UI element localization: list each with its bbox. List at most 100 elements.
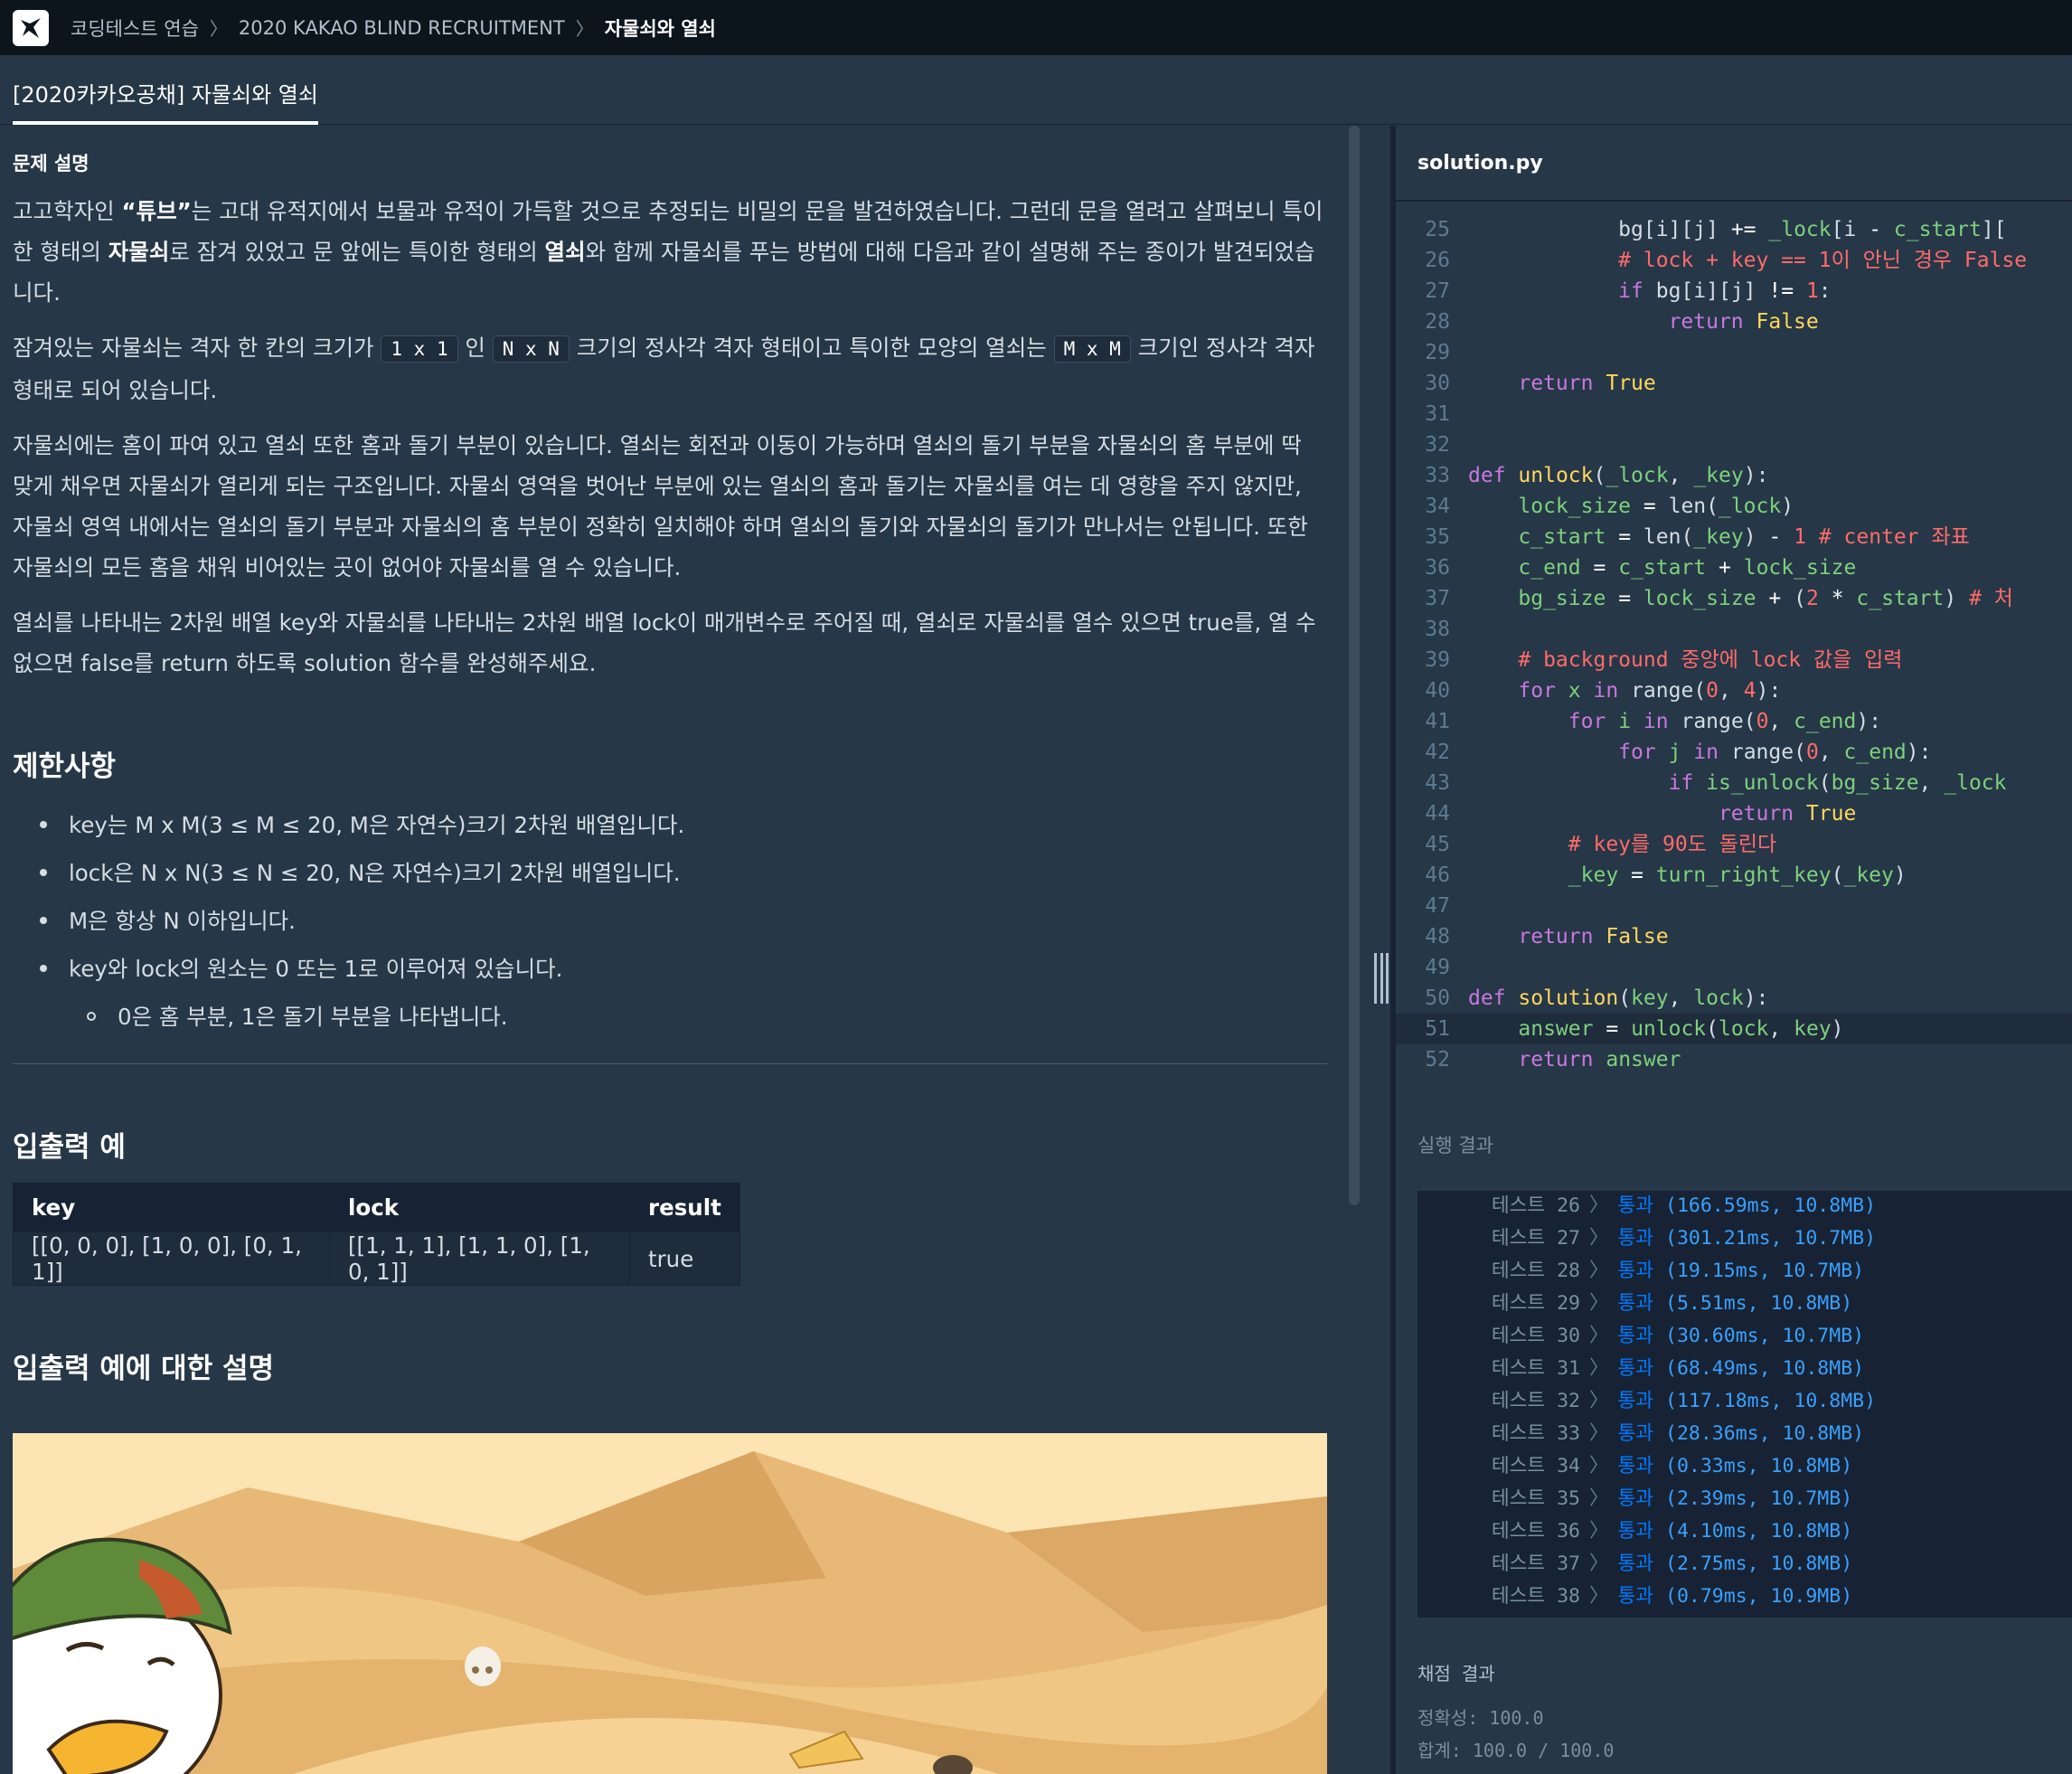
test-result-row: 테스트 33 〉 통과 (28.36ms, 10.8MB) bbox=[1417, 1418, 2072, 1450]
test-detail: (28.36ms, 10.8MB) bbox=[1665, 1422, 1865, 1445]
code-line[interactable]: 32 bbox=[1396, 429, 2072, 460]
code-line[interactable]: 38 bbox=[1396, 614, 2072, 645]
constraints-list: key는 M x M(3 ≤ M ≤ 20, M은 자연수)크기 2차원 배열입… bbox=[13, 800, 1327, 1040]
test-detail: (2.39ms, 10.7MB) bbox=[1665, 1487, 1853, 1510]
code-line[interactable]: 40 for x in range(0, 4): bbox=[1396, 675, 2072, 706]
chevron-right-icon: 〉 bbox=[1589, 1194, 1609, 1217]
code-line[interactable]: 43 if is_unlock(bg_size, _lock bbox=[1396, 768, 2072, 798]
code-line[interactable]: 46 _key = turn_right_key(_key) bbox=[1396, 860, 2072, 891]
test-status: 통과 bbox=[1617, 1292, 1666, 1315]
line-number: 38 bbox=[1425, 618, 1450, 641]
test-result-row: 테스트 32 〉 통과 (117.18ms, 10.8MB) bbox=[1417, 1385, 2072, 1418]
line-number: 47 bbox=[1425, 894, 1450, 918]
chevron-right-icon: 〉 bbox=[1589, 1357, 1609, 1380]
test-detail: (0.33ms, 10.8MB) bbox=[1665, 1455, 1853, 1477]
test-detail: (166.59ms, 10.8MB) bbox=[1665, 1194, 1877, 1217]
line-number: 44 bbox=[1425, 802, 1450, 826]
run-results-console[interactable]: 테스트 26 〉 통과 (166.59ms, 10.8MB) 테스트 27 〉 통과 (3… bbox=[1417, 1191, 2072, 1618]
line-number: 36 bbox=[1425, 556, 1450, 580]
test-status: 통과 bbox=[1617, 1585, 1666, 1608]
code-text: for i in range(0, c_end): bbox=[1568, 710, 1882, 733]
breadcrumb-item-coding-test[interactable]: 코딩테스트 연습 bbox=[71, 14, 199, 42]
inline-code: 1 x 1 bbox=[381, 335, 458, 363]
io-explanation-title: 입출력 예에 대한 설명 bbox=[13, 1353, 275, 1385]
code-line[interactable]: 45 # key를 90도 돌린다 bbox=[1396, 829, 2072, 860]
constraints-title: 제한사항 bbox=[13, 750, 117, 783]
code-text: return False bbox=[1518, 925, 1669, 948]
code-line[interactable]: 35 c_start = len(_key) - 1 # center 좌표 bbox=[1396, 522, 2072, 552]
programmers-logo[interactable] bbox=[13, 9, 49, 46]
test-status: 통과 bbox=[1617, 1520, 1666, 1543]
code-line[interactable]: 28 return False bbox=[1396, 307, 2072, 337]
test-label: 테스트 31 bbox=[1491, 1357, 1580, 1380]
desert-scene-image bbox=[13, 1433, 1327, 1774]
code-line[interactable]: 33 def unlock(_lock, _key): bbox=[1396, 460, 2072, 491]
line-number: 35 bbox=[1425, 525, 1450, 549]
code-line[interactable]: 26 # lock + key == 1이 안닌 경우 False bbox=[1396, 245, 2072, 276]
code-text: if bg[i][j] != 1: bbox=[1618, 279, 1832, 303]
tab-problem[interactable]: [2020카카오공채] 자물쇠와 열쇠 bbox=[13, 77, 318, 125]
breadcrumb-item-current: 자물쇠와 열쇠 bbox=[604, 17, 716, 40]
breadcrumb-item-kakao[interactable]: 2020 KAKAO BLIND RECRUITMENT bbox=[239, 17, 565, 39]
test-status: 통과 bbox=[1617, 1260, 1666, 1282]
grading-result: 채점 결과 정확성: 100.0 합계: 100.0 / 100.0 bbox=[1417, 1659, 1614, 1767]
list-item: key는 M x M(3 ≤ M ≤ 20, M은 자연수)크기 2차원 배열입… bbox=[13, 800, 1327, 848]
code-line[interactable]: 48 return False bbox=[1396, 921, 2072, 952]
line-number: 37 bbox=[1425, 587, 1450, 610]
line-number: 33 bbox=[1425, 464, 1450, 487]
code-line[interactable]: 47 bbox=[1396, 891, 2072, 921]
code-line[interactable]: 29 bbox=[1396, 337, 2072, 368]
test-detail: (0.79ms, 10.9MB) bbox=[1665, 1585, 1853, 1608]
test-status: 통과 bbox=[1617, 1357, 1666, 1380]
code-line[interactable]: 37 bg_size = lock_size + (2 * c_start) #… bbox=[1396, 583, 2072, 614]
code-line[interactable]: 39 # background 중앙에 lock 값을 입력 bbox=[1396, 645, 2072, 675]
code-line[interactable]: 42 for j in range(0, c_end): bbox=[1396, 737, 2072, 768]
run-result-label: 실행 결과 bbox=[1417, 1135, 1493, 1156]
code-line[interactable]: 36 c_end = c_start + lock_size bbox=[1396, 552, 2072, 583]
code-line[interactable]: 52 return answer bbox=[1396, 1044, 2072, 1075]
chevron-right-icon: 〉 bbox=[1589, 1455, 1609, 1477]
list-item: key와 lock의 원소는 0 또는 1로 이루어져 있습니다. bbox=[13, 944, 1327, 992]
accuracy-score: 정확성: 100.0 bbox=[1417, 1707, 1544, 1729]
test-detail: (68.49ms, 10.8MB) bbox=[1665, 1357, 1865, 1380]
code-text: for x in range(0, 4): bbox=[1518, 679, 1782, 703]
tube-character bbox=[13, 1537, 232, 1774]
test-status: 통과 bbox=[1617, 1552, 1666, 1575]
code-line[interactable]: 44 return True bbox=[1396, 798, 2072, 829]
code-line[interactable]: 31 bbox=[1396, 399, 2072, 429]
table-header: result bbox=[629, 1183, 740, 1232]
code-text: for j in range(0, c_end): bbox=[1618, 741, 1932, 764]
list-item: M은 항상 N 이하입니다. bbox=[13, 896, 1327, 944]
code-line[interactable]: 49 bbox=[1396, 952, 2072, 983]
code-line[interactable]: 41 for i in range(0, c_end): bbox=[1396, 706, 2072, 737]
line-number: 25 bbox=[1425, 218, 1450, 241]
line-number: 52 bbox=[1425, 1048, 1450, 1071]
line-number: 42 bbox=[1425, 741, 1450, 764]
test-result-row: 테스트 27 〉 통과 (301.21ms, 10.7MB) bbox=[1417, 1222, 2072, 1255]
code-text: lock_size = len(_lock) bbox=[1518, 495, 1794, 518]
line-number: 26 bbox=[1425, 249, 1450, 272]
code-text: answer = unlock(lock, key) bbox=[1518, 1017, 1844, 1041]
code-line[interactable]: 25 bg[i][j] += _lock[i - c_start][ bbox=[1396, 214, 2072, 245]
test-detail: (5.51ms, 10.8MB) bbox=[1665, 1292, 1853, 1315]
problem-scrollbar[interactable] bbox=[1349, 126, 1360, 1205]
test-label: 테스트 26 bbox=[1491, 1194, 1580, 1217]
code-line[interactable]: 51 answer = unlock(lock, key) bbox=[1396, 1014, 2072, 1044]
resize-handle-icon[interactable] bbox=[1374, 953, 1389, 1004]
test-result-row: 테스트 26 〉 통과 (166.59ms, 10.8MB) bbox=[1417, 1191, 2072, 1222]
test-result-row: 테스트 29 〉 통과 (5.51ms, 10.8MB) bbox=[1417, 1288, 2072, 1320]
chevron-right-icon: 〉 bbox=[1589, 1292, 1609, 1315]
line-number: 51 bbox=[1425, 1017, 1450, 1041]
line-number: 40 bbox=[1425, 679, 1450, 703]
code-editor[interactable]: 25 bg[i][j] += _lock[i - c_start][26 # l… bbox=[1396, 202, 2072, 1124]
table-cell: [[0, 0, 0], [1, 0, 0], [0, 1, 1]] bbox=[13, 1231, 330, 1286]
code-line[interactable]: 34 lock_size = len(_lock) bbox=[1396, 491, 2072, 522]
problem-paragraph-2: 잠겨있는 자물쇠는 격자 한 칸의 크기가 1 x 1 인 N x N 크기의 … bbox=[13, 335, 1315, 403]
code-line[interactable]: 50 def solution(key, lock): bbox=[1396, 983, 2072, 1014]
code-line[interactable]: 27 if bg[i][j] != 1: bbox=[1396, 276, 2072, 307]
test-label: 테스트 27 bbox=[1491, 1227, 1580, 1250]
code-line[interactable]: 30 return True bbox=[1396, 368, 2072, 399]
test-label: 테스트 36 bbox=[1491, 1520, 1580, 1543]
chevron-right-icon: 〉 bbox=[1589, 1487, 1609, 1510]
test-status: 통과 bbox=[1617, 1325, 1666, 1347]
